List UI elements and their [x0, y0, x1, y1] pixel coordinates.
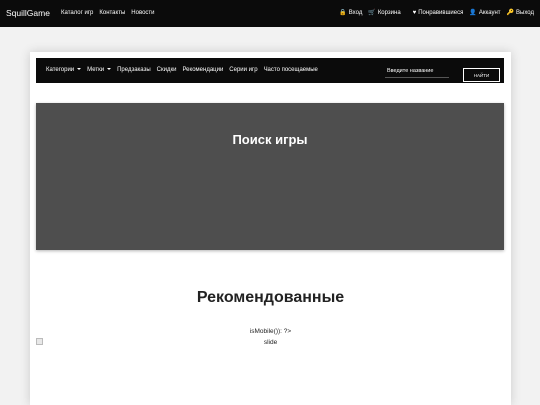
top-nav-links: Каталог игр Контакты Новости: [61, 10, 155, 16]
logout-label: Выход: [516, 10, 534, 16]
login-label: Вход: [348, 10, 363, 16]
category-links: Категории Метки Предзаказы Скидки Рекоме…: [46, 67, 318, 73]
page-container: Категории Метки Предзаказы Скидки Рекоме…: [30, 52, 511, 405]
user-menu: 🔒 Вход 🛒 Корзина ♥ Понравившиеся 👤 Аккау…: [339, 10, 534, 16]
brand-logo[interactable]: SquillGame: [6, 8, 50, 18]
favorites-link[interactable]: ♥ Понравившиеся: [413, 10, 464, 16]
nav-link-catalog[interactable]: Каталог игр: [61, 10, 93, 16]
hero-title: Поиск игры: [232, 132, 308, 147]
user-icon: 👤: [469, 10, 477, 16]
logout-link[interactable]: 🔑 Выход: [507, 10, 534, 16]
slide-image-alt[interactable]: slide: [30, 339, 511, 346]
tags-label: Метки: [87, 67, 105, 73]
hero-banner: Поиск игры: [36, 103, 504, 250]
heart-icon: ♥: [412, 10, 417, 16]
nav-link-news[interactable]: Новости: [131, 10, 154, 16]
key-icon: 🔑: [506, 10, 515, 16]
caret-down-icon: [107, 68, 112, 71]
favorites-label: Понравившиеся: [418, 10, 464, 16]
preorders-link[interactable]: Предзаказы: [117, 67, 151, 73]
cart-label: Корзина: [377, 10, 401, 16]
account-label: Аккаунт: [478, 10, 501, 16]
recommendations-link[interactable]: Рекомендации: [182, 67, 223, 73]
account-link[interactable]: 👤 Аккаунт: [469, 10, 500, 16]
top-navbar: SquillGame Каталог игр Контакты Новости …: [0, 0, 540, 27]
game-series-link[interactable]: Серии игр: [229, 67, 257, 73]
raw-template-text: isMobile()): ?>: [249, 328, 292, 335]
categories-label: Категории: [46, 67, 75, 73]
login-link[interactable]: 🔒 Вход: [339, 10, 362, 16]
recommended-heading: Рекомендованные: [196, 289, 345, 306]
categories-dropdown[interactable]: Категории: [46, 67, 82, 73]
discounts-link[interactable]: Скидки: [157, 67, 177, 73]
caret-down-icon: [77, 68, 82, 71]
cart-icon: 🛒: [368, 10, 376, 16]
lock-icon: 🔒: [339, 10, 347, 16]
tags-dropdown[interactable]: Метки: [87, 67, 112, 73]
category-navbar: Категории Метки Предзаказы Скидки Рекоме…: [36, 58, 504, 83]
cart-link[interactable]: 🛒 Корзина: [368, 10, 400, 16]
nav-link-contacts[interactable]: Контакты: [99, 10, 125, 16]
frequently-visited-link[interactable]: Часто посещаемые: [264, 67, 318, 73]
search-input[interactable]: [385, 65, 449, 78]
search-button[interactable]: НАЙТИ: [463, 68, 500, 82]
